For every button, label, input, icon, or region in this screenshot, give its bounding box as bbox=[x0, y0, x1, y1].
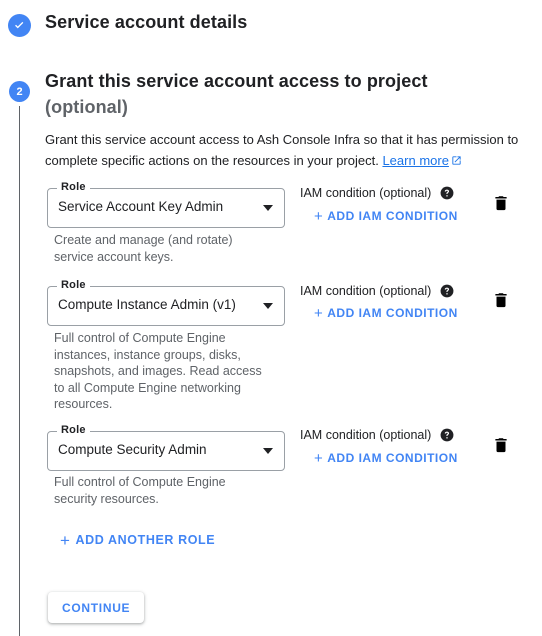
chevron-down-icon[interactable] bbox=[263, 205, 273, 211]
iam-condition-text: IAM condition (optional) bbox=[300, 186, 432, 200]
role-select-value: Service Account Key Admin bbox=[58, 199, 224, 214]
add-iam-condition-button[interactable]: + ADD IAM CONDITION bbox=[314, 208, 458, 225]
learn-more-link[interactable]: Learn more bbox=[382, 153, 448, 168]
chevron-down-icon[interactable] bbox=[263, 448, 273, 454]
role-field-label: Role bbox=[57, 181, 90, 194]
help-circle-icon[interactable] bbox=[440, 284, 454, 301]
trash-icon bbox=[495, 293, 507, 308]
help-circle-icon[interactable] bbox=[440, 428, 454, 445]
open-in-new-icon[interactable] bbox=[451, 151, 462, 172]
iam-condition-text: IAM condition (optional) bbox=[300, 284, 432, 298]
step-2-optional-label: (optional) bbox=[45, 97, 128, 117]
iam-condition-text: IAM condition (optional) bbox=[300, 428, 432, 442]
add-iam-condition-label: ADD IAM CONDITION bbox=[327, 209, 458, 223]
add-iam-condition-label: ADD IAM CONDITION bbox=[327, 306, 458, 320]
role-select-value: Compute Instance Admin (v1) bbox=[58, 297, 236, 312]
plus-icon: + bbox=[314, 208, 324, 225]
plus-icon: + bbox=[314, 305, 324, 322]
role-select[interactable]: Role Compute Security Admin bbox=[47, 424, 285, 471]
chevron-down-icon[interactable] bbox=[263, 303, 273, 309]
delete-role-button[interactable] bbox=[492, 435, 514, 457]
role-field-label: Role bbox=[57, 424, 90, 437]
step-2-title: Grant this service account access to pro… bbox=[45, 68, 428, 120]
check-circle-icon bbox=[8, 14, 31, 37]
delete-role-button[interactable] bbox=[492, 193, 514, 215]
step-1-title[interactable]: Service account details bbox=[45, 12, 247, 33]
role-select[interactable]: Role Service Account Key Admin bbox=[47, 181, 285, 228]
stepper-rail: 2 bbox=[0, 0, 40, 636]
trash-icon bbox=[495, 196, 507, 211]
delete-role-button[interactable] bbox=[492, 290, 514, 312]
role-description: Create and manage (and rotate) service a… bbox=[54, 233, 233, 264]
role-select[interactable]: Role Compute Instance Admin (v1) bbox=[47, 279, 285, 326]
stepper-connector-line bbox=[19, 106, 20, 636]
step-2-title-text: Grant this service account access to pro… bbox=[45, 71, 428, 91]
intro-paragraph: Grant this service account access to Ash… bbox=[45, 129, 530, 172]
role-field-label: Role bbox=[57, 279, 90, 292]
iam-condition-label: IAM condition (optional) bbox=[300, 428, 454, 445]
trash-icon bbox=[495, 438, 507, 453]
continue-button[interactable]: CONTINUE bbox=[48, 592, 145, 623]
help-circle-icon[interactable] bbox=[440, 186, 454, 203]
role-description: Full control of Compute Engine security … bbox=[54, 475, 226, 506]
plus-icon: + bbox=[314, 450, 324, 467]
add-iam-condition-button[interactable]: + ADD IAM CONDITION bbox=[314, 305, 458, 322]
add-iam-condition-button[interactable]: + ADD IAM CONDITION bbox=[314, 450, 458, 467]
plus-icon: + bbox=[60, 531, 71, 550]
add-another-role-label: ADD ANOTHER ROLE bbox=[75, 533, 216, 547]
step-2-indicator: 2 bbox=[9, 81, 30, 102]
add-iam-condition-label: ADD IAM CONDITION bbox=[327, 451, 458, 465]
iam-condition-label: IAM condition (optional) bbox=[300, 284, 454, 301]
role-description: Full control of Compute Engine instances… bbox=[54, 331, 262, 411]
role-select-value: Compute Security Admin bbox=[58, 442, 207, 457]
add-another-role-button[interactable]: + ADD ANOTHER ROLE bbox=[60, 531, 215, 551]
iam-condition-label: IAM condition (optional) bbox=[300, 186, 454, 203]
